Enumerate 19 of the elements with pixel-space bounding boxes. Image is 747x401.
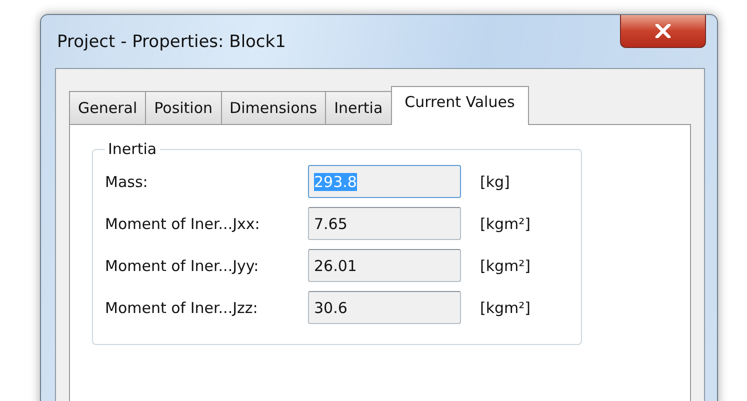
window-title: Project - Properties: Block1 xyxy=(57,32,286,52)
field-label: Moment of Iner...Jyy: xyxy=(105,256,260,274)
value-field[interactable]: 7.65 xyxy=(308,207,461,240)
value-field[interactable]: 30.6 xyxy=(308,291,461,324)
tab[interactable]: Current Values xyxy=(390,86,529,125)
field-label: Moment of Iner...Jzz: xyxy=(105,298,259,316)
unit-label: [kgm²] xyxy=(480,214,531,232)
unit-label: [kgm²] xyxy=(480,298,531,316)
field-label: Mass: xyxy=(105,172,149,190)
value-field[interactable]: 26.01 xyxy=(308,249,461,282)
field-label: Moment of Iner...Jxx: xyxy=(105,214,261,232)
tab[interactable]: Dimensions xyxy=(220,91,326,124)
tab[interactable]: Inertia xyxy=(325,91,392,124)
tab[interactable]: Position xyxy=(145,91,222,124)
close-button[interactable] xyxy=(620,15,706,48)
tab[interactable]: General xyxy=(69,91,146,124)
unit-label: [kg] xyxy=(480,172,510,190)
close-icon xyxy=(655,24,671,38)
unit-label: [kgm²] xyxy=(480,256,531,274)
